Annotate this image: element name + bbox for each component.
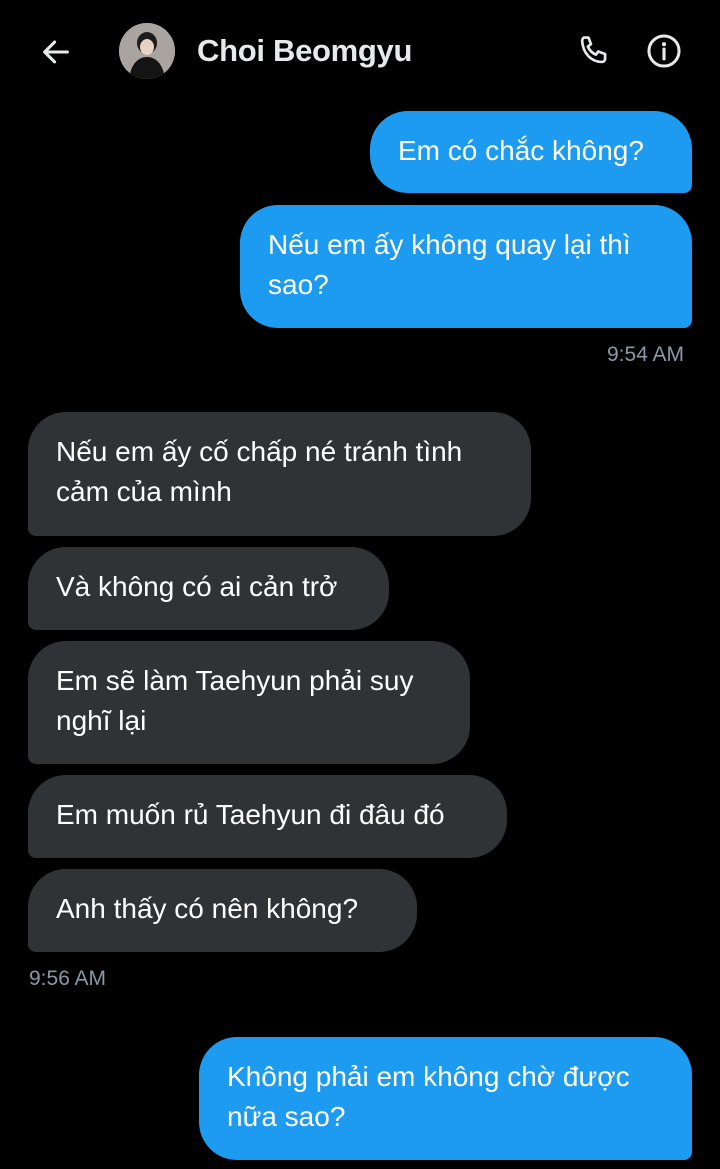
message-bubble-incoming[interactable]: Em muốn rủ Taehyun đi đâu đó bbox=[28, 775, 507, 858]
back-button[interactable] bbox=[36, 32, 76, 72]
message-bubble-outgoing[interactable]: Nếu em ấy không quay lại thì sao? bbox=[240, 205, 692, 328]
info-button[interactable] bbox=[642, 29, 686, 73]
message-text: Không phải em không chờ được nữa sao? bbox=[227, 1061, 630, 1132]
info-icon bbox=[647, 34, 681, 68]
message-timestamp: 9:56 AM bbox=[29, 967, 107, 990]
message-text: Và không có ai cản trở bbox=[56, 571, 338, 602]
contact-name[interactable]: Choi Beomgyu bbox=[197, 33, 412, 69]
call-button[interactable] bbox=[572, 29, 616, 73]
message-text: Em có chắc không? bbox=[398, 135, 644, 166]
message-text: Nếu em ấy cố chấp né tránh tình cảm của … bbox=[56, 436, 463, 507]
avatar[interactable] bbox=[119, 23, 175, 79]
arrow-left-icon bbox=[43, 40, 69, 64]
message-text: Em sẽ làm Taehyun phải suy nghĩ lại bbox=[56, 665, 414, 736]
message-bubble-outgoing[interactable]: Không phải em không chờ được nữa sao? bbox=[199, 1037, 692, 1160]
message-bubble-incoming[interactable]: Anh thấy có nên không? bbox=[28, 869, 417, 952]
message-bubble-outgoing[interactable]: Em có chắc không? bbox=[370, 111, 692, 193]
message-bubble-incoming[interactable]: Nếu em ấy cố chấp né tránh tình cảm của … bbox=[28, 412, 531, 536]
message-bubble-incoming[interactable]: Và không có ai cản trở bbox=[28, 547, 389, 630]
avatar-image bbox=[119, 23, 175, 79]
conversation-header: Choi Beomgyu bbox=[0, 0, 720, 104]
message-text: Nếu em ấy không quay lại thì sao? bbox=[268, 229, 631, 300]
phone-icon bbox=[580, 36, 607, 64]
message-text: Em muốn rủ Taehyun đi đâu đó bbox=[56, 799, 445, 830]
message-text: Anh thấy có nên không? bbox=[56, 893, 359, 924]
message-bubble-incoming[interactable]: Em sẽ làm Taehyun phải suy nghĩ lại bbox=[28, 641, 470, 764]
message-timestamp: 9:54 AM bbox=[607, 343, 685, 366]
